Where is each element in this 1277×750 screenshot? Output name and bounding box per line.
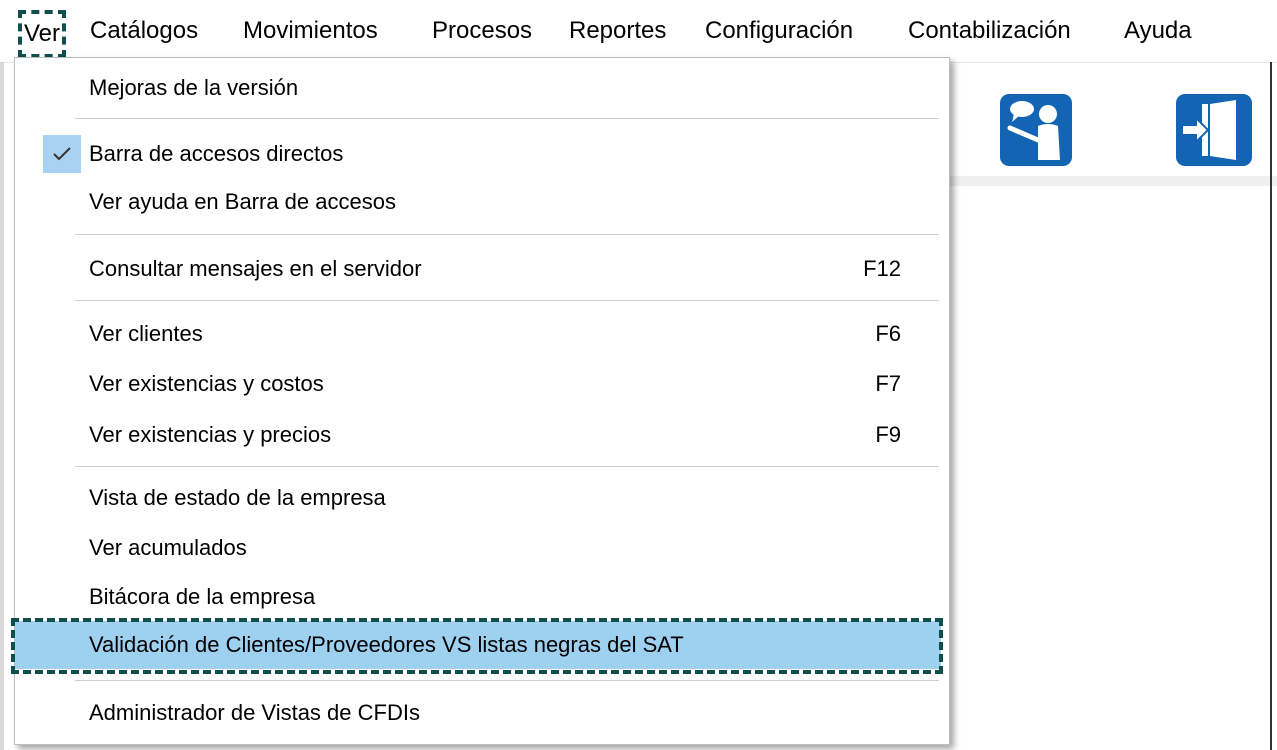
presenter-help-icon (1007, 101, 1060, 160)
menu-item-mejoras[interactable]: Mejoras de la versión (15, 64, 945, 112)
exit-button[interactable] (1176, 94, 1252, 166)
menu-bar: Ver Catálogos Movimientos Procesos Repor… (0, 0, 1277, 63)
menu-ayuda[interactable]: Ayuda (1124, 0, 1192, 62)
menu-item-existencias-precios[interactable]: Ver existencias y precios F9 (15, 411, 945, 459)
menu-separator (75, 234, 939, 235)
menu-item-vista-estado[interactable]: Vista de estado de la empresa (15, 474, 945, 522)
menu-item-shortcut: F7 (875, 371, 901, 396)
menu-item-label: Consultar mensajes en el servidor (89, 256, 422, 281)
menu-separator (75, 300, 939, 301)
checked-indicator (43, 135, 81, 173)
menu-item-label: Barra de accesos directos (89, 141, 344, 166)
menu-item-label: Ver clientes (89, 321, 203, 346)
menu-item-barra-accesos[interactable]: Barra de accesos directos (15, 130, 945, 178)
menu-item-ver-clientes[interactable]: Ver clientes F6 (15, 310, 945, 358)
menu-item-shortcut: F6 (875, 321, 901, 346)
presenter-help-button[interactable] (1000, 94, 1072, 166)
menu-item-label: Ver existencias y precios (89, 422, 332, 447)
window-edge (0, 62, 4, 750)
checkmark-icon (53, 147, 71, 161)
exit-door-icon (1181, 100, 1236, 160)
menu-item-label: Validación de Clientes/Proveedores VS li… (89, 632, 684, 657)
menu-item-acumulados[interactable]: Ver acumulados (15, 524, 945, 572)
menu-catalogos[interactable]: Catálogos (90, 0, 198, 62)
menu-item-label: Administrador de Vistas de CFDIs (89, 700, 420, 725)
menu-item-shortcut: F9 (875, 422, 901, 447)
menu-configuracion[interactable]: Configuración (705, 0, 853, 62)
menu-item-consultar-mensajes[interactable]: Consultar mensajes en el servidor F12 (15, 245, 945, 293)
menu-item-label: Vista de estado de la empresa (89, 485, 386, 510)
window-border (1270, 62, 1272, 750)
menu-item-ver-ayuda[interactable]: Ver ayuda en Barra de accesos (15, 178, 945, 226)
menu-procesos[interactable]: Procesos (432, 0, 532, 62)
menu-reportes[interactable]: Reportes (569, 0, 666, 62)
menu-item-label: Ver acumulados (89, 535, 247, 560)
menu-movimientos[interactable]: Movimientos (243, 0, 378, 62)
ver-dropdown-menu: Mejoras de la versión Barra de accesos d… (11, 57, 950, 745)
menu-separator (75, 680, 939, 681)
shortcut-toolbar (950, 74, 1277, 186)
menu-item-label: Bitácora de la empresa (89, 584, 316, 609)
menu-item-bitacora[interactable]: Bitácora de la empresa (15, 573, 945, 621)
menu-ver[interactable]: Ver (18, 10, 67, 58)
menu-item-label: Mejoras de la versión (89, 75, 299, 100)
menu-separator (75, 118, 939, 119)
menu-contabilizacion[interactable]: Contabilización (908, 0, 1071, 62)
menu-item-existencias-costos[interactable]: Ver existencias y costos F7 (15, 360, 945, 408)
menu-item-shortcut: F12 (863, 256, 901, 281)
menu-item-label: Ver ayuda en Barra de accesos (89, 189, 396, 214)
menu-item-administrador-cfdi[interactable]: Administrador de Vistas de CFDIs (15, 689, 945, 737)
menu-separator (75, 466, 939, 467)
menu-item-validacion-sat[interactable]: Validación de Clientes/Proveedores VS li… (15, 621, 941, 669)
menu-item-label: Ver existencias y costos (89, 371, 324, 396)
